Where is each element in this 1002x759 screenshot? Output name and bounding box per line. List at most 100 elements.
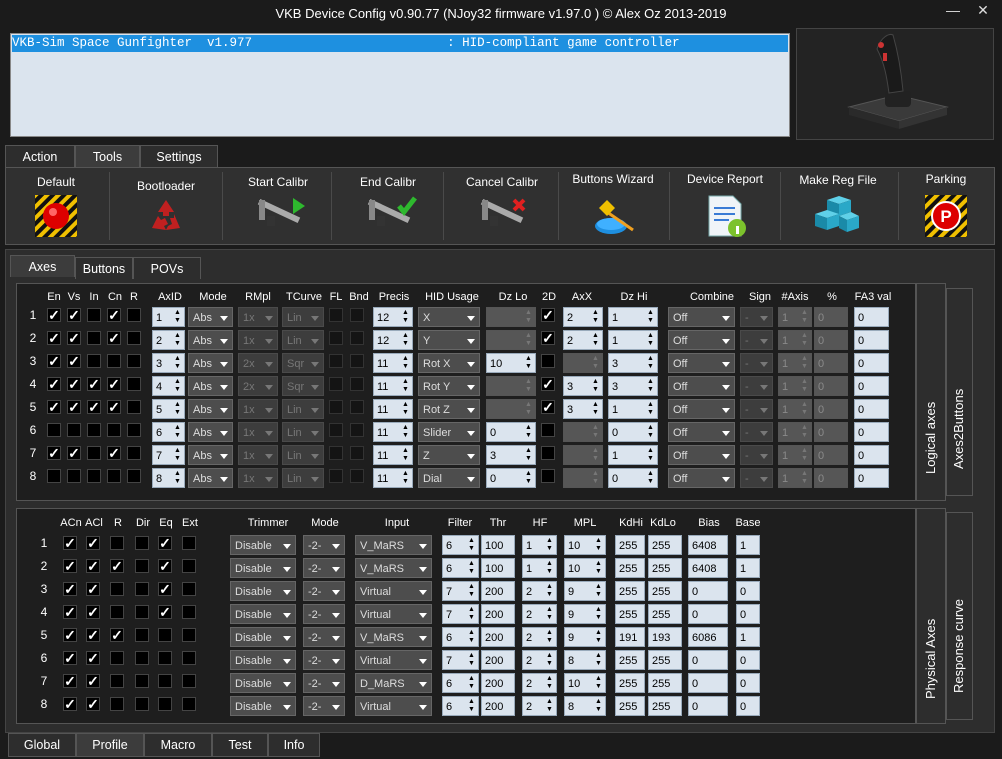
spin-arrows-icon[interactable]: ▲ ▼ <box>544 652 555 668</box>
dz-lo-spinner[interactable]: 3 ▲ ▼ <box>486 445 536 465</box>
response-curve-label[interactable]: Response curve <box>951 553 966 693</box>
spin-arrows-icon[interactable]: ▲ ▼ <box>544 583 555 599</box>
ext-checkbox[interactable] <box>182 605 196 619</box>
input-select[interactable]: Virtual <box>355 581 432 601</box>
spin-arrows-icon[interactable]: ▲ ▼ <box>172 401 183 417</box>
acn-checkbox[interactable]: ✓ <box>63 536 77 550</box>
dir-checkbox[interactable] <box>135 536 149 550</box>
r-checkbox[interactable] <box>110 651 124 665</box>
spin-arrows-icon[interactable]: ▲ ▼ <box>593 537 604 553</box>
mode-select[interactable]: Abs <box>188 445 233 465</box>
acl-checkbox[interactable]: ✓ <box>86 674 100 688</box>
r-checkbox[interactable] <box>127 400 141 414</box>
mode-select[interactable]: Abs <box>188 307 233 327</box>
threshold-field[interactable]: 200 <box>481 673 515 693</box>
device-list[interactable]: VKB-Sim Space Gunfighter v1.977 : HID-co… <box>10 33 790 137</box>
logical-axes-label[interactable]: Logical axes <box>923 334 938 474</box>
spin-arrows-icon[interactable]: ▲ ▼ <box>590 470 601 486</box>
mpl-spinner[interactable]: 9 ▲ ▼ <box>564 604 606 624</box>
kdhi-field[interactable]: 255 <box>615 650 645 670</box>
hid-usage-select[interactable]: Slider <box>418 422 480 442</box>
mpl-spinner[interactable]: 10 ▲ ▼ <box>564 673 606 693</box>
make-reg-file-button[interactable]: Make Reg File <box>783 168 893 244</box>
hf-spinner[interactable]: 2 ▲ ▼ <box>522 650 557 670</box>
spin-arrows-icon[interactable]: ▲ ▼ <box>400 424 411 440</box>
dir-checkbox[interactable] <box>135 628 149 642</box>
hf-spinner[interactable]: 2 ▲ ▼ <box>522 673 557 693</box>
spin-arrows-icon[interactable]: ▲ ▼ <box>172 355 183 371</box>
fa3-value-field[interactable]: 0 <box>854 468 889 488</box>
spin-arrows-icon[interactable]: ▲ ▼ <box>590 447 601 463</box>
threshold-field[interactable]: 200 <box>481 627 515 647</box>
axis-id-spinner[interactable]: 4 ▲ ▼ <box>152 376 185 396</box>
hid-usage-select[interactable]: X <box>418 307 480 327</box>
minimize-button[interactable]: — <box>944 3 962 19</box>
visible-checkbox[interactable] <box>67 469 81 483</box>
visible-checkbox[interactable]: ✓ <box>67 400 81 414</box>
filter-spinner[interactable]: 7 ▲ ▼ <box>442 650 479 670</box>
mode-select[interactable]: Abs <box>188 399 233 419</box>
filter-spinner[interactable]: 6 ▲ ▼ <box>442 627 479 647</box>
base-field[interactable]: 0 <box>736 581 760 601</box>
precision-spinner[interactable]: 11 ▲ ▼ <box>373 376 413 396</box>
bias-field[interactable]: 0 <box>688 696 728 716</box>
logical-axes-tab[interactable]: Logical axes <box>916 283 946 501</box>
mpl-spinner[interactable]: 9 ▲ ▼ <box>564 581 606 601</box>
mode-select[interactable]: -2- <box>303 604 345 624</box>
threshold-field[interactable]: 200 <box>481 696 515 716</box>
spin-arrows-icon[interactable]: ▲ ▼ <box>466 560 477 576</box>
spin-arrows-icon[interactable]: ▲ ▼ <box>544 698 555 714</box>
spin-arrows-icon[interactable]: ▲ ▼ <box>799 447 810 463</box>
kdhi-field[interactable]: 255 <box>615 535 645 555</box>
bias-field[interactable]: 0 <box>688 604 728 624</box>
mpl-spinner[interactable]: 10 ▲ ▼ <box>564 535 606 555</box>
spin-arrows-icon[interactable]: ▲ ▼ <box>523 309 534 325</box>
eq-checkbox[interactable] <box>158 697 172 711</box>
spin-arrows-icon[interactable]: ▲ ▼ <box>799 470 810 486</box>
spin-arrows-icon[interactable]: ▲ ▼ <box>544 560 555 576</box>
mode-select[interactable]: Abs <box>188 330 233 350</box>
spin-arrows-icon[interactable]: ▲ ▼ <box>400 447 411 463</box>
spin-arrows-icon[interactable]: ▲ ▼ <box>466 698 477 714</box>
tab-action[interactable]: Action <box>5 145 75 167</box>
threshold-field[interactable]: 200 <box>481 604 515 624</box>
spin-arrows-icon[interactable]: ▲ ▼ <box>400 355 411 371</box>
invert-checkbox[interactable]: ✓ <box>87 400 101 414</box>
bias-field[interactable]: 6086 <box>688 627 728 647</box>
input-select[interactable]: Virtual <box>355 650 432 670</box>
bias-field[interactable]: 6408 <box>688 558 728 578</box>
center-checkbox[interactable] <box>107 469 121 483</box>
mpl-spinner[interactable]: 10 ▲ ▼ <box>564 558 606 578</box>
filter-spinner[interactable]: 7 ▲ ▼ <box>442 581 479 601</box>
visible-checkbox[interactable] <box>67 423 81 437</box>
acl-checkbox[interactable]: ✓ <box>86 536 100 550</box>
spin-arrows-icon[interactable]: ▲ ▼ <box>172 424 183 440</box>
spin-arrows-icon[interactable]: ▲ ▼ <box>172 470 183 486</box>
spin-arrows-icon[interactable]: ▲ ▼ <box>466 675 477 691</box>
kdlo-field[interactable]: 255 <box>648 558 682 578</box>
hf-spinner[interactable]: 2 ▲ ▼ <box>522 581 557 601</box>
dz-hi-spinner[interactable]: 3 ▲ ▼ <box>608 353 658 373</box>
enable-checkbox[interactable] <box>47 423 61 437</box>
axis-id-spinner[interactable]: 2 ▲ ▼ <box>152 330 185 350</box>
input-select[interactable]: V_MaRS <box>355 627 432 647</box>
mode-select[interactable]: -2- <box>303 558 345 578</box>
axx-spinner[interactable]: 3 ▲ ▼ <box>563 399 603 419</box>
mode-select[interactable]: -2- <box>303 535 345 555</box>
spin-arrows-icon[interactable]: ▲ ▼ <box>645 424 656 440</box>
enable-checkbox[interactable]: ✓ <box>47 308 61 322</box>
precision-spinner[interactable]: 12 ▲ ▼ <box>373 330 413 350</box>
parking-button[interactable]: Parking P <box>899 168 993 244</box>
filter-spinner[interactable]: 6 ▲ ▼ <box>442 558 479 578</box>
visible-checkbox[interactable]: ✓ <box>67 446 81 460</box>
spin-arrows-icon[interactable]: ▲ ▼ <box>799 424 810 440</box>
dz-lo-spinner[interactable]: 0 ▲ ▼ <box>486 422 536 442</box>
kdlo-field[interactable]: 255 <box>648 604 682 624</box>
base-field[interactable]: 0 <box>736 673 760 693</box>
trimmer-select[interactable]: Disable <box>230 627 296 647</box>
bias-field[interactable]: 6408 <box>688 535 728 555</box>
fa3-value-field[interactable]: 0 <box>854 399 889 419</box>
response-curve-tab[interactable]: Response curve <box>946 512 973 720</box>
spin-arrows-icon[interactable]: ▲ ▼ <box>593 583 604 599</box>
spin-arrows-icon[interactable]: ▲ ▼ <box>523 332 534 348</box>
